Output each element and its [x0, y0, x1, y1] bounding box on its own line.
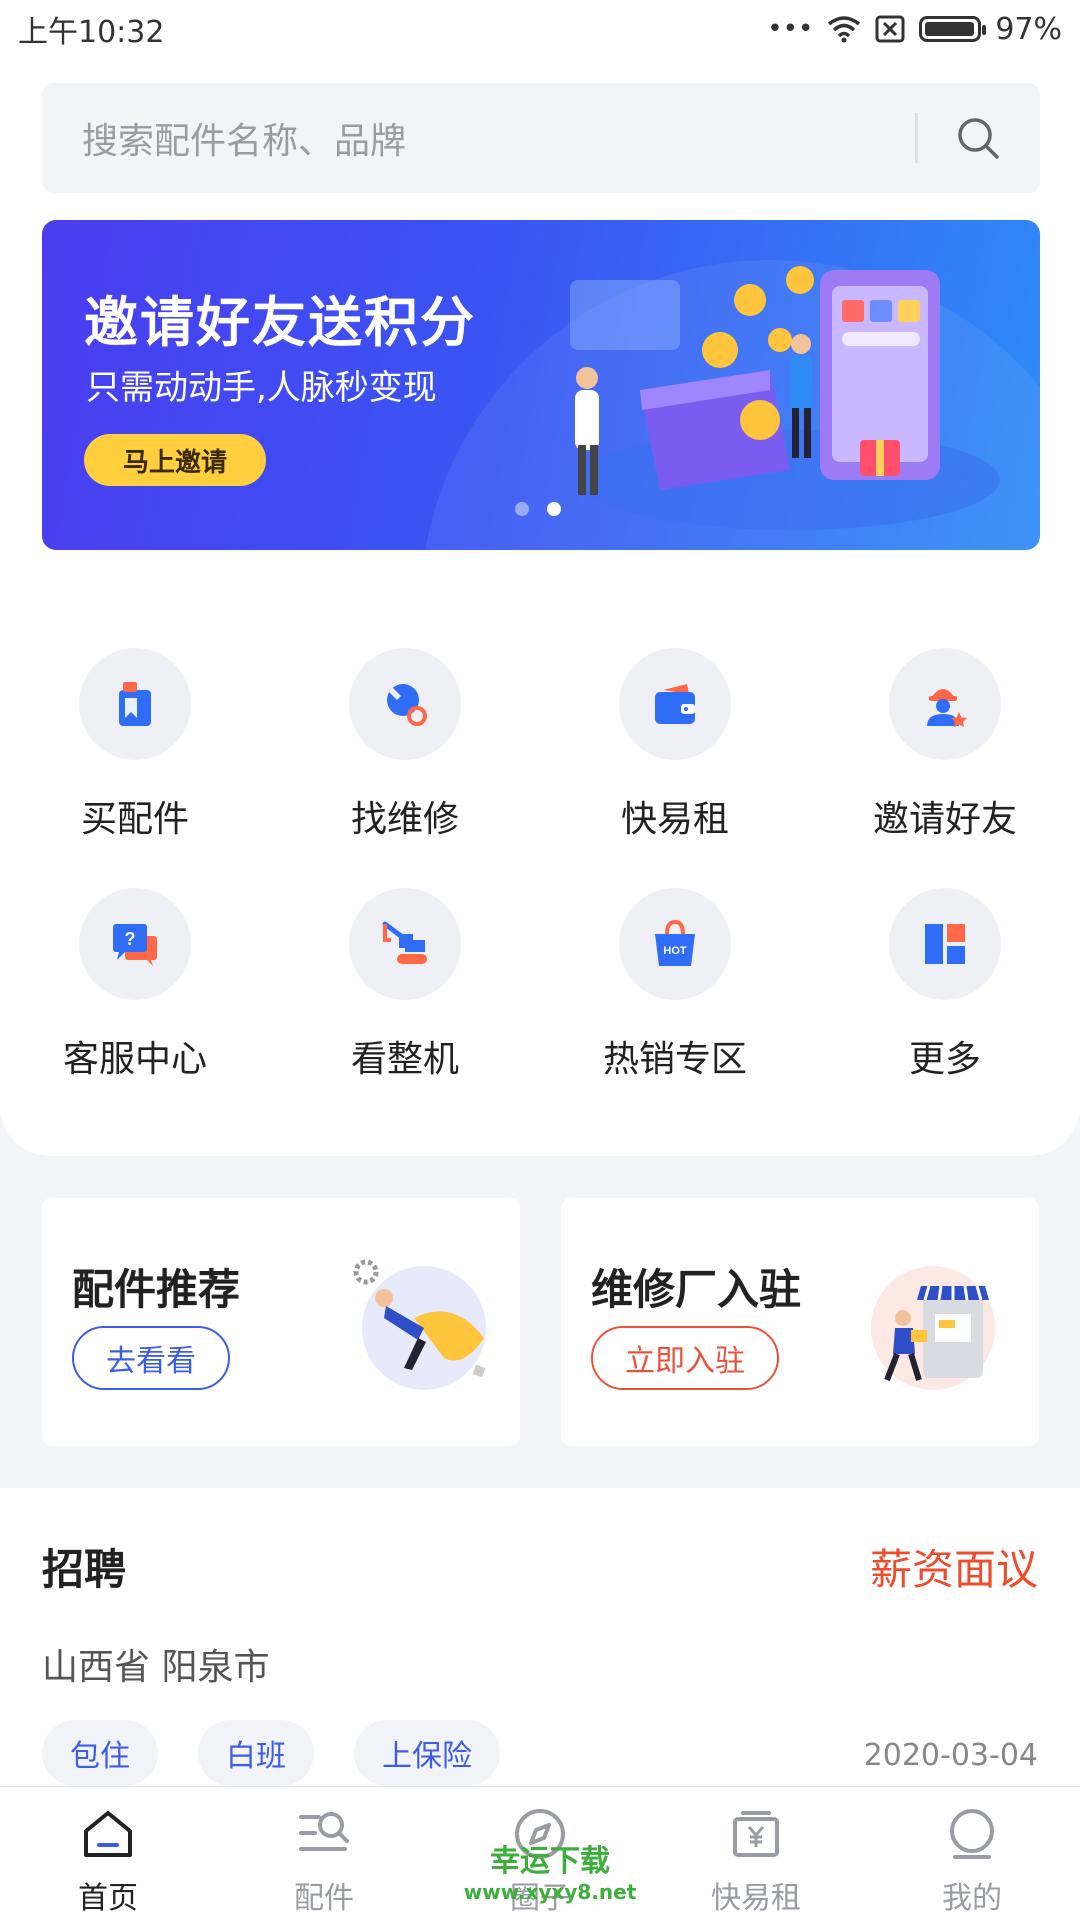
- search-bar[interactable]: 搜索配件名称、品牌: [42, 83, 1040, 193]
- grid-item-label: 看整机: [350, 1039, 459, 1080]
- wifi-icon: [828, 16, 861, 43]
- battery-percent: 97%: [995, 11, 1062, 47]
- job-card[interactable]: 招聘 薪资面议 山西省 阳泉市 包住 白班 上保险 2020-03-04: [0, 1488, 1080, 1788]
- grid-item-more[interactable]: 更多: [810, 888, 1080, 1088]
- home-icon: [84, 1811, 132, 1857]
- job-tag: 上保险: [354, 1720, 500, 1786]
- nav-parts[interactable]: 配件: [216, 1787, 432, 1920]
- grid-item-quick-rent[interactable]: 快易租: [540, 648, 810, 848]
- nav-label: 圈子: [510, 1881, 570, 1916]
- parts-search-icon: [299, 1812, 349, 1851]
- status-time: 上午10:32: [18, 15, 165, 50]
- grid-item-view-machines[interactable]: 看整机: [270, 888, 540, 1088]
- worker-star-icon: [927, 689, 967, 727]
- grid-item-label: 找维修: [350, 799, 459, 840]
- grid-item-find-repair[interactable]: 找维修: [270, 648, 540, 848]
- go-see-button[interactable]: 去看看: [72, 1326, 230, 1390]
- wrench-icon: [387, 684, 427, 726]
- banner-pager-dot: [547, 502, 561, 516]
- svg-text:?: ?: [125, 929, 136, 949]
- job-date: 2020-03-04: [863, 1738, 1038, 1773]
- grid-item-label: 快易租: [620, 799, 729, 840]
- grid-item-label: 客服中心: [62, 1039, 207, 1080]
- nav-home[interactable]: 首页: [0, 1787, 216, 1920]
- banner-title: 邀请好友送积分: [84, 291, 476, 354]
- blocks-icon: [925, 924, 965, 964]
- promo-title: 配件推荐: [72, 1265, 241, 1314]
- compass-icon: [515, 1809, 565, 1859]
- top-panel: 搜索配件名称、品牌 邀请好友送积分 只需动动手,人脉秒变现 马上邀请 买配件 找…: [0, 58, 1080, 1156]
- banner-subtitle: 只需动动手,人脉秒变现: [86, 368, 437, 408]
- banner-pager: [515, 502, 561, 516]
- job-tags: 包住 白班 上保险: [42, 1720, 500, 1786]
- grid-item-label: 热销专区: [602, 1039, 747, 1080]
- job-tag: 白班: [198, 1720, 314, 1786]
- search-icon[interactable]: [956, 116, 1000, 160]
- chat-question-icon: ?: [113, 924, 157, 966]
- nav-label: 首页: [78, 1881, 138, 1916]
- nav-quick-rent[interactable]: 快易租: [648, 1787, 864, 1920]
- grid-item-invite-friends[interactable]: 邀请好友: [810, 648, 1080, 848]
- job-tag: 包住: [42, 1720, 158, 1786]
- nav-mine[interactable]: 我的: [864, 1787, 1080, 1920]
- banner-illustration: [570, 266, 1000, 530]
- grid-item-label: 买配件: [80, 799, 189, 840]
- nav-label: 我的: [942, 1881, 1002, 1916]
- storefront-illustration: [871, 1266, 995, 1390]
- job-location: 山西省 阳泉市: [42, 1647, 270, 1688]
- job-section-title: 招聘: [42, 1545, 127, 1594]
- yen-box-icon: [733, 1811, 779, 1857]
- hot-bag-icon: HOT: [655, 919, 695, 966]
- status-icons: ••• 97%: [767, 12, 1062, 47]
- grid-item-buy-parts[interactable]: 买配件: [0, 648, 270, 848]
- search-divider: [915, 113, 918, 163]
- promo-card-repair-shop[interactable]: 维修厂入驻 立即入驻: [561, 1198, 1039, 1446]
- job-salary: 薪资面议: [869, 1545, 1038, 1594]
- promo-card-parts[interactable]: 配件推荐 去看看: [42, 1198, 520, 1446]
- hot-badge: HOT: [663, 945, 687, 957]
- superhero-illustration: [353, 1259, 486, 1390]
- feature-grid: 买配件 找维修 快易租 邀请好友 ? 客服中心 看整机 HOT 热销专区 更多: [0, 648, 1080, 1088]
- bottle-icon: [119, 682, 151, 726]
- wallet-icon: [655, 684, 695, 724]
- grid-item-label: 更多: [908, 1039, 981, 1080]
- nav-label: 配件: [294, 1881, 354, 1916]
- join-now-button[interactable]: 立即入驻: [591, 1326, 779, 1390]
- invite-now-button[interactable]: 马上邀请: [84, 434, 266, 486]
- grid-item-customer-service[interactable]: ? 客服中心: [0, 888, 270, 1088]
- bottom-nav: 首页 配件 圈子 快易租 我的: [0, 1786, 1080, 1920]
- nav-label: 快易租: [711, 1881, 801, 1916]
- profile-icon: [950, 1809, 994, 1859]
- grid-item-hot-sale[interactable]: HOT 热销专区: [540, 888, 810, 1088]
- excavator-icon: [382, 921, 427, 964]
- search-input[interactable]: 搜索配件名称、品牌: [82, 112, 915, 164]
- invite-banner[interactable]: 邀请好友送积分 只需动动手,人脉秒变现 马上邀请: [42, 220, 1040, 550]
- grid-item-label: 邀请好友: [872, 799, 1017, 840]
- no-sim-icon: [875, 15, 905, 43]
- status-bar: 上午10:32 ••• 97%: [0, 0, 1080, 58]
- nav-circle[interactable]: 圈子: [432, 1787, 648, 1920]
- more-dots-icon: •••: [767, 14, 814, 44]
- banner-pager-dot: [515, 502, 529, 516]
- promo-title: 维修厂入驻: [591, 1265, 802, 1314]
- battery-icon: [919, 16, 987, 42]
